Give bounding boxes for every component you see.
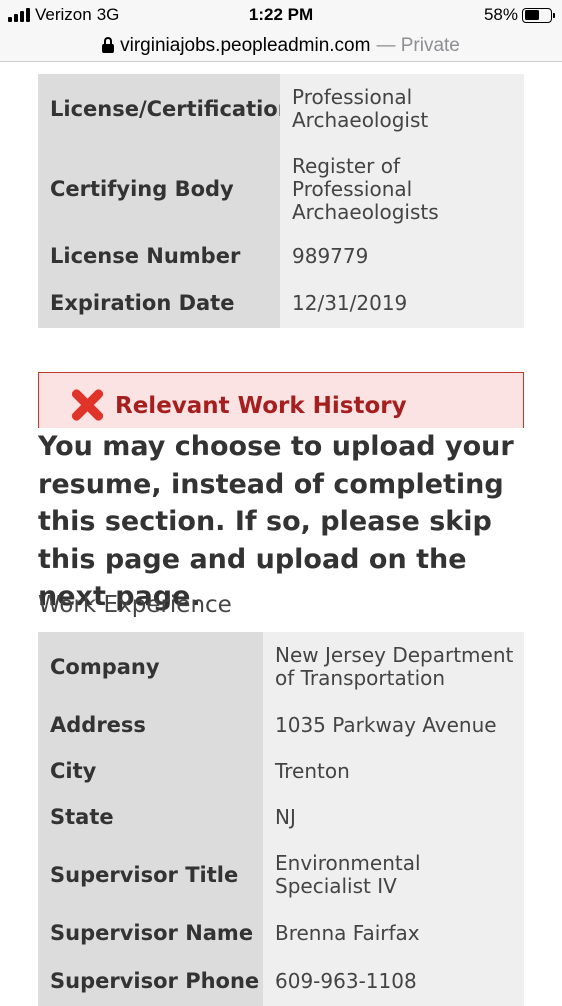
row-value: 989779 [280, 234, 524, 278]
row-label: City [38, 748, 263, 794]
row-label: Supervisor Title [38, 840, 263, 910]
error-title: Relevant Work History [115, 393, 407, 419]
table-row: Supervisor Title Environmental Specialis… [38, 840, 524, 910]
row-value: 1035 Parkway Avenue [263, 702, 524, 748]
table-row: Certifying Body Register of Professional… [38, 144, 524, 234]
row-value: Professional Archaeologist [280, 74, 524, 144]
row-value: Trenton [263, 748, 524, 794]
row-value: New Jersey Department of Transportation [263, 632, 524, 702]
status-bar: Verizon 3G 1:22 PM 58% [0, 0, 562, 30]
row-label: License/Certification [38, 74, 293, 144]
work-experience-table: Company New Jersey Department of Transpo… [38, 632, 524, 1006]
table-row: Expiration Date 12/31/2019 [38, 278, 524, 328]
row-label: Expiration Date [38, 278, 280, 328]
row-label: Supervisor Name [38, 910, 263, 956]
table-row: License/Certification Professional Archa… [38, 74, 524, 144]
battery-icon [522, 7, 555, 23]
private-mode-label: — Private [376, 34, 460, 56]
table-row: Company New Jersey Department of Transpo… [38, 632, 524, 702]
battery-status: 58% [483, 5, 555, 25]
table-row: Supervisor Name Brenna Fairfax [38, 910, 524, 956]
table-row: License Number 989779 [38, 234, 524, 278]
error-x-icon [69, 387, 105, 423]
clock: 1:22 PM [248, 5, 314, 24]
row-label: Address [38, 702, 263, 748]
section-heading: Work Experience [38, 592, 232, 618]
url-host: virginiajobs.peopleadmin.com [120, 34, 371, 56]
row-value: NJ [263, 794, 524, 840]
row-value: Register of Professional Archaeologists [280, 144, 524, 234]
table-row: City Trenton [38, 748, 524, 794]
row-label: License Number [38, 234, 280, 278]
row-value: Brenna Fairfax [263, 910, 524, 956]
battery-percent: 58% [483, 5, 518, 24]
license-table: License/Certification Professional Archa… [38, 74, 524, 328]
lock-icon [102, 36, 115, 55]
table-row: State NJ [38, 794, 524, 840]
row-value: 12/31/2019 [280, 278, 524, 328]
row-label: Certifying Body [38, 144, 280, 234]
address-bar[interactable]: virginiajobs.peopleadmin.com — Private [0, 30, 562, 62]
row-value: Environmental Specialist IV [263, 840, 524, 910]
battery-fill [524, 10, 539, 20]
upload-instructions: You may choose to upload your resume, in… [38, 431, 514, 612]
row-label: State [38, 794, 263, 840]
table-row: Address 1035 Parkway Avenue [38, 702, 524, 748]
error-banner: Relevant Work History [38, 372, 524, 428]
row-label: Company [38, 632, 263, 702]
